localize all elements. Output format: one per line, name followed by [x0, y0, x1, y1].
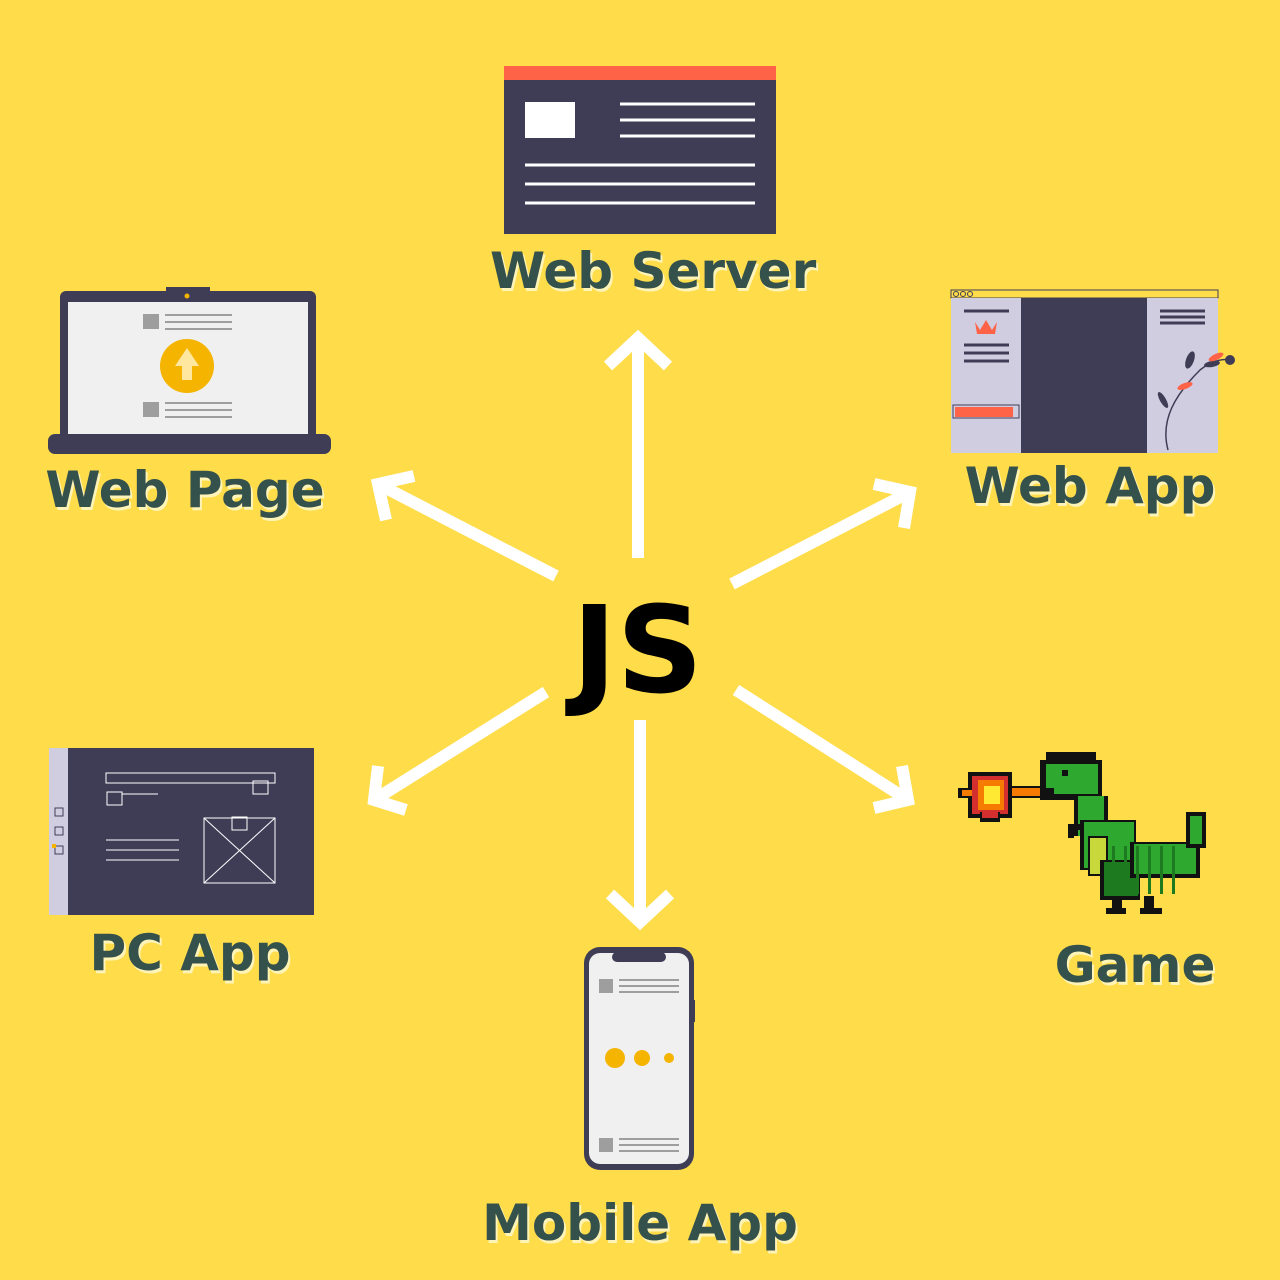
label-pc-app: PC App [89, 924, 291, 982]
label-mobile-app: Mobile App [482, 1194, 798, 1252]
label-web-server: Web Server [490, 242, 817, 300]
server-window-icon [504, 66, 776, 234]
arrow-to-web-page [370, 470, 559, 582]
arrow-to-web-server [603, 329, 673, 558]
arrow-to-mobile-app [605, 720, 675, 931]
arrow-to-game [732, 684, 915, 814]
laptop-icon [48, 287, 331, 454]
desktop-window-icon [49, 748, 314, 915]
smartphone-icon [584, 947, 695, 1170]
center-js-label: JS [572, 582, 704, 721]
arrow-to-web-app [729, 478, 917, 590]
label-web-app: Web App [964, 457, 1216, 515]
browser-app-icon [950, 289, 1235, 453]
label-game: Game [1054, 936, 1216, 994]
arrow-to-pc-app [367, 686, 550, 816]
pixel-dinosaur-icon [958, 752, 1206, 914]
label-web-page: Web Page [45, 461, 325, 519]
